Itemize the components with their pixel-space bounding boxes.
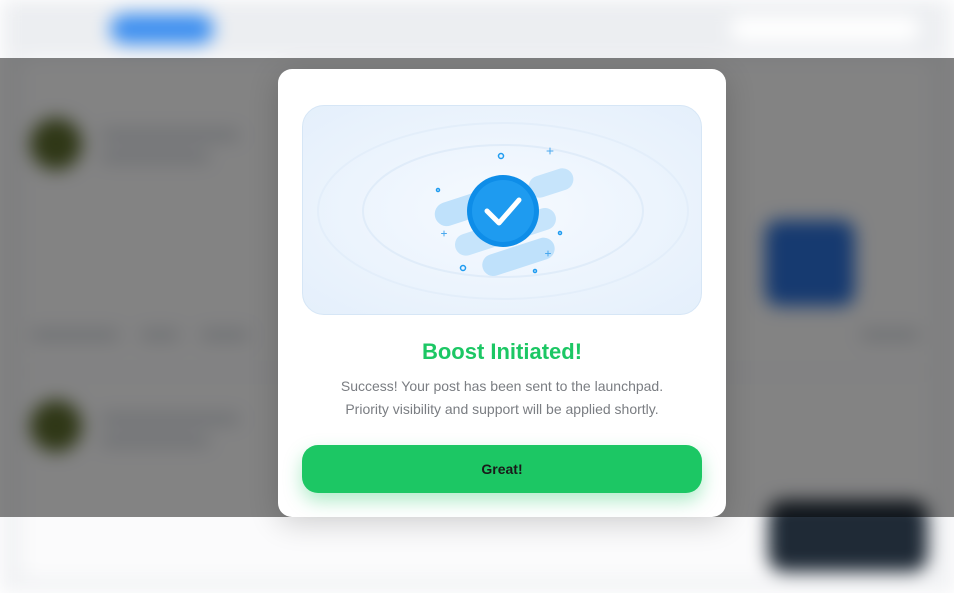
background-tab-pill — [110, 14, 214, 44]
check-circle-icon — [467, 175, 539, 247]
background-topbar — [10, 0, 940, 58]
success-illustration-graphic — [317, 122, 689, 300]
dialog-message-line2: Priority visibility and support will be … — [345, 401, 659, 417]
success-illustration — [302, 105, 702, 315]
background-search — [730, 16, 920, 42]
great-button[interactable]: Great! — [302, 445, 702, 493]
dialog-message-line1: Success! Your post has been sent to the … — [340, 378, 664, 394]
boost-success-dialog: Boost Initiated! Success! Your post has … — [278, 69, 726, 517]
dialog-title: Boost Initiated! — [421, 339, 583, 364]
